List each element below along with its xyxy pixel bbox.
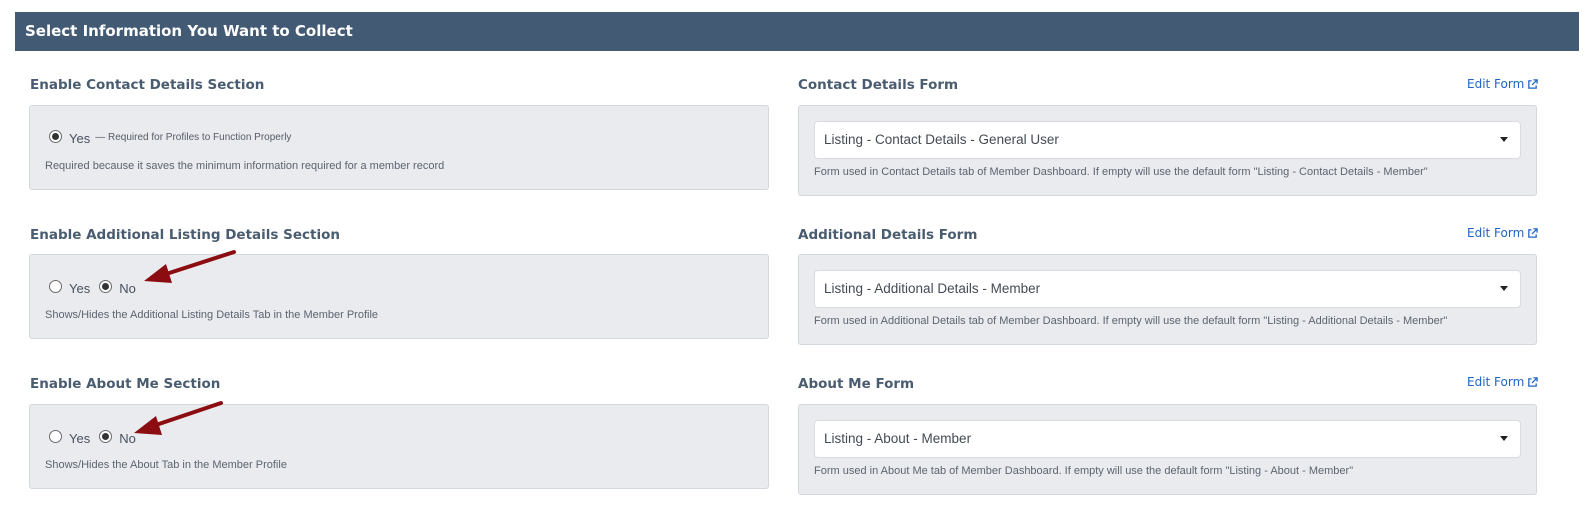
contact-yes-label: Yes — [69, 131, 91, 146]
contact-form-panel: Listing - Contact Details - General User… — [798, 105, 1537, 196]
about-form-select[interactable]: Listing - About - Member — [814, 420, 1521, 458]
contact-form-selected: Listing - Contact Details - General User — [824, 132, 1059, 147]
about-edit-form-label: Edit Form — [1467, 375, 1525, 389]
about-no-radio[interactable] — [99, 430, 113, 443]
contact-form-help: Form used in Contact Details tab of Memb… — [814, 166, 1428, 178]
about-yes-label: Yes — [69, 431, 91, 446]
additional-form-panel: Listing - Additional Details - Member Fo… — [798, 254, 1537, 345]
contact-yes-radio[interactable] — [49, 130, 62, 143]
additional-form-selected: Listing - Additional Details - Member — [824, 281, 1041, 296]
annotation-arrow-icon — [134, 401, 223, 435]
section-header: Select Information You Want to Collect — [15, 12, 1579, 51]
additional-yes-radio[interactable] — [49, 280, 62, 293]
about-form-help: Form used in About Me tab of Member Dash… — [814, 465, 1354, 477]
additional-edit-form-link[interactable]: Edit Form — [1467, 226, 1539, 240]
contact-required-note: — Required for Profiles to Function Prop… — [95, 132, 292, 143]
about-form-label: About Me Form — [798, 376, 915, 392]
about-section-label: Enable About Me Section — [30, 376, 221, 392]
additional-edit-form-label: Edit Form — [1467, 226, 1525, 240]
additional-form-label: Additional Details Form — [798, 227, 978, 243]
external-link-icon — [1528, 227, 1539, 238]
about-form-panel: Listing - About - Member Form used in Ab… — [798, 404, 1537, 495]
external-link-icon — [1528, 78, 1539, 89]
about-form-selected: Listing - About - Member — [824, 431, 972, 446]
additional-no-label: No — [119, 281, 136, 296]
additional-form-help: Form used in Additional Details tab of M… — [814, 315, 1448, 327]
contact-section-panel: Yes — Required for Profiles to Function … — [29, 105, 769, 190]
about-section-description: Shows/Hides the About Tab in the Member … — [45, 459, 287, 471]
additional-yes-label: Yes — [69, 281, 91, 296]
external-link-icon — [1528, 376, 1539, 387]
contact-section-label: Enable Contact Details Section — [30, 77, 265, 93]
contact-edit-form-label: Edit Form — [1467, 77, 1525, 91]
additional-section-label: Enable Additional Listing Details Sectio… — [30, 227, 340, 243]
section-title: Select Information You Want to Collect — [25, 22, 353, 40]
additional-section-description: Shows/Hides the Additional Listing Detai… — [45, 309, 379, 321]
contact-edit-form-link[interactable]: Edit Form — [1467, 77, 1539, 91]
about-edit-form-link[interactable]: Edit Form — [1467, 375, 1539, 389]
contact-section-description: Required because it saves the minimum in… — [45, 160, 445, 172]
annotation-arrow-icon — [144, 250, 236, 283]
about-yes-radio[interactable] — [49, 430, 62, 443]
additional-no-radio[interactable] — [99, 280, 113, 293]
contact-form-select[interactable]: Listing - Contact Details - General User — [814, 121, 1521, 159]
caret-down-icon — [1500, 436, 1508, 441]
additional-form-select[interactable]: Listing - Additional Details - Member — [814, 270, 1521, 308]
caret-down-icon — [1500, 286, 1508, 291]
contact-form-label: Contact Details Form — [798, 77, 959, 93]
caret-down-icon — [1500, 137, 1508, 142]
